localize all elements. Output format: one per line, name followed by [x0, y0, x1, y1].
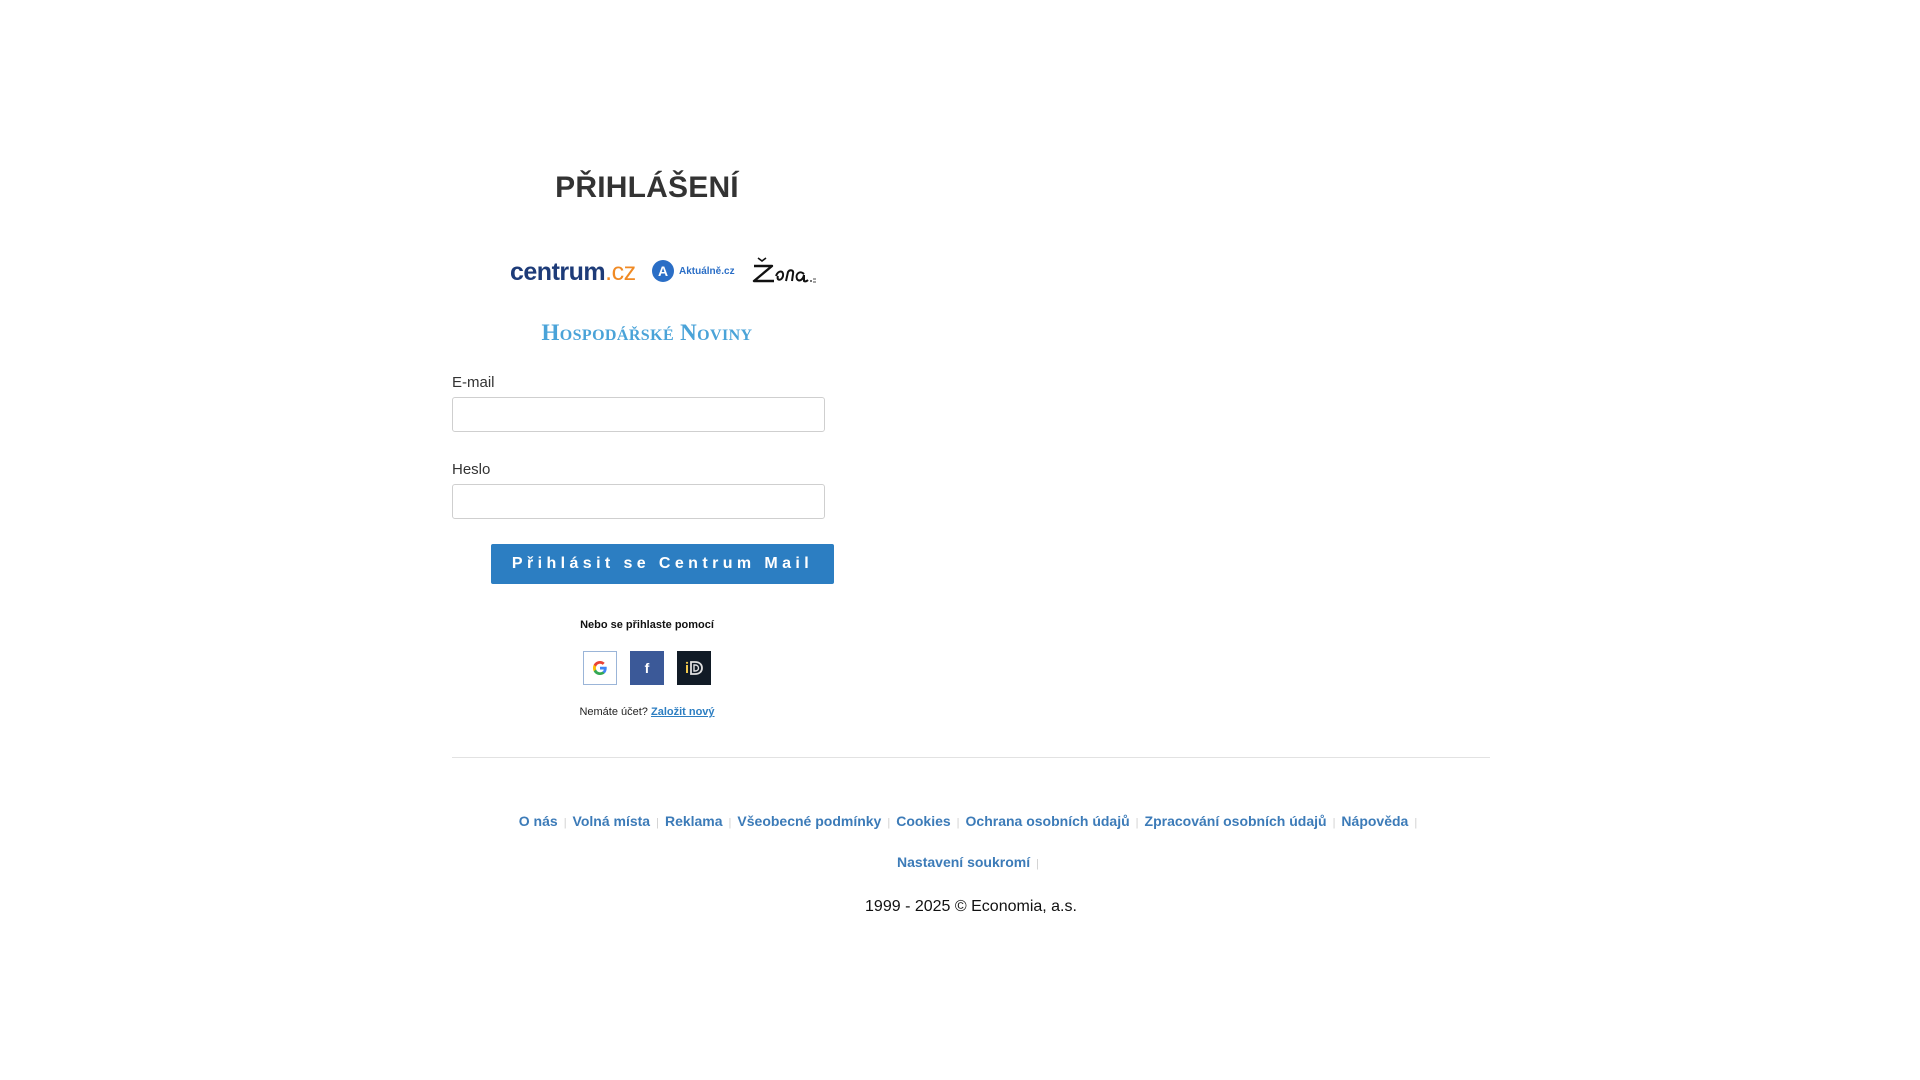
password-label: Heslo: [452, 461, 491, 478]
email-label: E-mail: [452, 374, 495, 391]
footer-link-ochrana-udaju[interactable]: Ochrana osobních údajů: [966, 813, 1130, 829]
copyright: 1999 - 2025 © Economia, a.s.: [865, 898, 1077, 915]
footer-separator: |: [887, 817, 891, 829]
footer-separator: |: [1332, 817, 1336, 829]
footer-separator: |: [563, 817, 567, 829]
aktualne-logo: A Aktuálně.cz: [652, 260, 735, 282]
footer-separator: |: [956, 817, 960, 829]
google-icon: [593, 661, 607, 675]
hospodarske-noviny-logo: Hospodářské Noviny: [541, 320, 753, 345]
footer-link-podminky[interactable]: Všeobecné podmínky: [737, 813, 881, 829]
password-field-group: Heslo: [452, 461, 842, 519]
login-box: PŘIHLÁŠENÍ centrum.cz A Aktuálně.cz Hosp…: [452, 170, 842, 718]
footer-link-nastaveni-soukromi[interactable]: Nastavení soukromí: [897, 854, 1030, 870]
footer-separator: |: [1414, 817, 1418, 829]
footer-links: O nás | Volná místa | Reklama | Všeobecné podm…: [452, 802, 1490, 884]
centrum-logo-main: centrum: [510, 258, 606, 286]
google-login-button[interactable]: [583, 651, 617, 685]
login-form: E-mail Heslo Přihlásit se Centrum Mail: [452, 374, 842, 584]
footer-separator: |: [728, 817, 732, 829]
zena-logo: [748, 254, 820, 291]
centrum-logo: centrum.cz: [510, 258, 636, 287]
footer-link-volna-mista[interactable]: Volná místa: [573, 813, 651, 829]
social-login-title: Nebo se přihlaste pomocí: [580, 619, 714, 631]
footer-link-o-nas[interactable]: O nás: [519, 813, 558, 829]
footer-link-reklama[interactable]: Reklama: [665, 813, 723, 829]
no-account-text: Nemáte účet?: [579, 706, 648, 718]
footer-separator: |: [1135, 817, 1139, 829]
login-submit-button[interactable]: Přihlásit se Centrum Mail: [491, 544, 834, 584]
aktualne-logo-text: Aktuálně.cz: [679, 265, 735, 277]
footer-link-napoveda[interactable]: Nápověda: [1341, 813, 1408, 829]
bankid-login-button[interactable]: [677, 651, 711, 685]
email-field[interactable]: [452, 397, 825, 432]
register-link[interactable]: Založit nový: [651, 706, 715, 718]
facebook-icon: f: [644, 660, 650, 676]
footer-separator: |: [656, 817, 659, 829]
zena-logo-graphic: [752, 257, 816, 283]
facebook-login-button[interactable]: f: [630, 651, 664, 685]
centrum-logo-tld: .cz: [605, 258, 636, 286]
footer-separator: |: [1036, 858, 1039, 870]
footer-link-cookies[interactable]: Cookies: [896, 813, 950, 829]
partner-logos: centrum.cz A Aktuálně.cz: [452, 257, 842, 314]
password-field[interactable]: [452, 484, 825, 519]
email-field-group: E-mail: [452, 374, 842, 432]
page-title: PŘIHLÁŠENÍ: [555, 171, 739, 204]
login-page: PŘIHLÁŠENÍ centrum.cz A Aktuálně.cz Hosp…: [0, 0, 1920, 1080]
register-prompt: Nemáte účet? Založit nový: [452, 706, 842, 718]
bankid-icon: [685, 661, 703, 675]
footer-divider: [452, 757, 1490, 758]
aktualne-logo-icon: A: [652, 260, 674, 282]
social-login-buttons: f: [452, 651, 842, 685]
footer-link-zpracovani-udaju[interactable]: Zpracování osobních údajů: [1145, 813, 1327, 829]
